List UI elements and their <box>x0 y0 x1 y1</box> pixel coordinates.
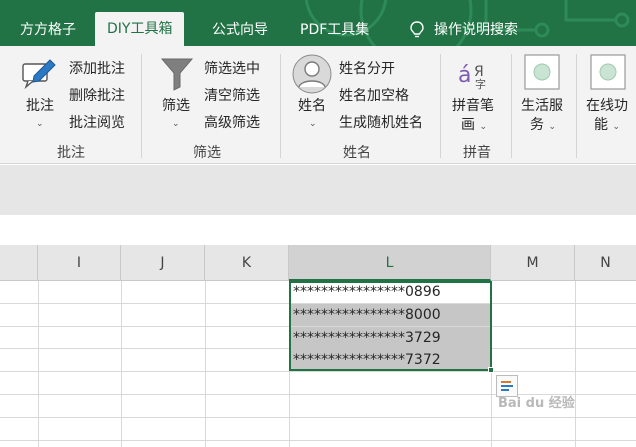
comment-pencil-icon <box>22 59 56 90</box>
formula-bar-area <box>0 165 636 215</box>
row-header-corner[interactable] <box>0 245 38 281</box>
chevron-down-icon: ⌄ <box>612 122 620 132</box>
group-divider <box>141 54 142 158</box>
tab-pdf-tools[interactable]: PDF工具集 <box>300 14 369 46</box>
column-header-l[interactable]: L <box>289 245 491 281</box>
ribbon-tab-bar: 方方格子 DIY工具箱 公式向导 PDF工具集 操作说明搜索 <box>0 0 636 46</box>
chevron-down-icon: ⌄ <box>309 119 317 129</box>
annotation-group-label: 批注 <box>57 145 85 161</box>
selection-border <box>289 281 492 371</box>
add-annotation-button[interactable]: 添加批注 <box>69 58 125 78</box>
pinyin-icon: á Я 字 <box>458 63 486 90</box>
review-annotation-button[interactable]: 批注阅览 <box>69 112 125 132</box>
group-divider <box>511 54 512 158</box>
life-services-label-line2-text: 务 <box>530 117 544 133</box>
name-add-space-button[interactable]: 姓名加空格 <box>339 85 409 105</box>
column-gridline <box>575 281 576 447</box>
row-gridline <box>0 417 636 418</box>
chevron-down-icon: ⌄ <box>548 122 556 132</box>
name-group-label: 姓名 <box>343 145 371 161</box>
funnel-icon <box>160 58 194 91</box>
column-header-n[interactable]: N <box>575 245 636 281</box>
life-services-label-line1: 生活服 <box>521 98 563 114</box>
row-gridline <box>0 440 636 441</box>
clear-filter-button[interactable]: 清空筛选 <box>204 85 260 105</box>
split-name-button[interactable]: 姓名分开 <box>339 58 395 78</box>
delete-annotation-button[interactable]: 删除批注 <box>69 85 125 105</box>
tab-search[interactable]: 操作说明搜索 <box>410 14 518 46</box>
group-divider <box>280 54 281 158</box>
baidu-watermark: Bai du 经验 <box>498 396 575 411</box>
annotation-big-button-label: 批注 <box>26 98 54 114</box>
svg-text:字: 字 <box>475 77 486 90</box>
column-header-k[interactable]: K <box>205 245 289 281</box>
ribbon: 批注 ⌄ 添加批注 删除批注 批注阅览 批注 筛选 ⌄ 筛选选中 清空筛选 高级… <box>0 46 636 164</box>
chevron-down-icon: ⌄ <box>172 119 180 129</box>
chevron-down-icon: ⌄ <box>479 122 487 132</box>
life-services-label-line2: 务 ⌄ <box>530 117 556 136</box>
tab-search-label: 操作说明搜索 <box>434 22 518 38</box>
pinyin-button-line2-text: 画 <box>461 117 475 133</box>
tab-formula-wizard[interactable]: 公式向导 <box>212 14 268 46</box>
tab-fangfang[interactable]: 方方格子 <box>20 14 76 46</box>
column-gridline <box>205 281 206 447</box>
online-functions-label-line1: 在线功 <box>586 98 628 114</box>
life-services-icon <box>524 54 560 90</box>
fill-handle[interactable] <box>488 367 494 373</box>
name-big-button-label: 姓名 <box>298 98 326 114</box>
group-divider <box>440 54 441 158</box>
filter-group-label: 筛选 <box>193 145 221 161</box>
column-header-j[interactable]: J <box>121 245 205 281</box>
column-gridline <box>121 281 122 447</box>
online-functions-label-line2: 能 ⌄ <box>594 117 620 136</box>
column-header-i[interactable]: I <box>38 245 121 281</box>
pinyin-button-line1: 拼音笔 <box>452 98 494 114</box>
advanced-filter-button[interactable]: 高级筛选 <box>204 112 260 132</box>
column-gridline <box>38 281 39 447</box>
person-avatar-icon <box>292 54 332 94</box>
chevron-down-icon: ⌄ <box>36 119 44 129</box>
column-header-m[interactable]: M <box>491 245 575 281</box>
svg-text:á: á <box>458 63 471 88</box>
lightbulb-icon <box>410 21 424 38</box>
group-divider <box>576 54 577 158</box>
filter-big-button-label: 筛选 <box>162 98 190 114</box>
pinyin-button-line2: 画 ⌄ <box>461 117 487 136</box>
row-gridline <box>0 371 636 372</box>
formula-bar-gap <box>0 215 636 245</box>
online-functions-icon <box>590 54 626 90</box>
filter-selected-button[interactable]: 筛选选中 <box>204 58 260 78</box>
tab-diy-toolbox[interactable]: DIY工具箱 <box>95 12 185 46</box>
online-functions-label-line2-text: 能 <box>594 117 608 133</box>
pinyin-group-label: 拼音 <box>463 145 491 161</box>
random-name-button[interactable]: 生成随机姓名 <box>339 112 423 132</box>
